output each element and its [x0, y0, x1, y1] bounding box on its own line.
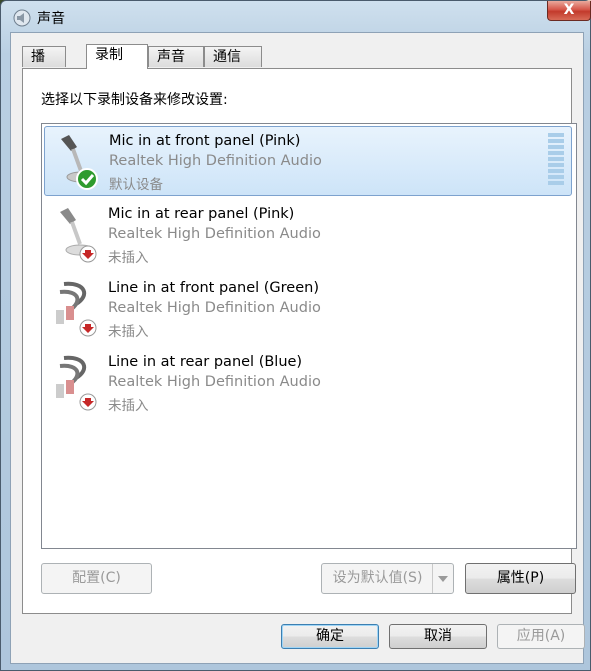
red-down-arrow-badge-icon [79, 245, 97, 263]
device-name: Mic in at rear panel (Pink) [108, 206, 295, 222]
device-driver: Realtek High Definition Audio [108, 374, 321, 390]
chevron-down-icon[interactable] [432, 564, 453, 593]
device-driver: Realtek High Definition Audio [108, 226, 321, 242]
device-list[interactable]: Mic in at front panel (Pink) Realtek Hig… [41, 123, 577, 549]
sound-dialog: 声音 X 播放 录制 声音 通信 选择以下录制设备来修改设置: [0, 0, 591, 671]
title-bar[interactable]: 声音 X [1, 1, 591, 33]
device-item[interactable]: Mic in at rear panel (Pink) Realtek High… [44, 200, 572, 270]
properties-button[interactable]: 属性(P) [465, 563, 576, 594]
close-button[interactable]: X [547, 1, 591, 21]
window-title: 声音 [37, 11, 65, 27]
device-item[interactable]: Line in at rear panel (Blue) Realtek Hig… [44, 348, 572, 418]
microphone-icon [61, 135, 98, 190]
device-name: Mic in at front panel (Pink) [109, 133, 301, 149]
dialog-client: 播放 录制 声音 通信 选择以下录制设备来修改设置: [10, 32, 585, 664]
tab-communications[interactable]: 通信 [204, 46, 262, 67]
tab-sounds[interactable]: 声音 [148, 46, 204, 67]
device-status: 默认设备 [109, 177, 163, 193]
device-driver: Realtek High Definition Audio [108, 300, 321, 316]
device-status: 未插入 [108, 398, 149, 414]
set-default-button[interactable]: 设为默认值(S) [321, 563, 454, 594]
speaker-icon [13, 9, 31, 27]
audio-cable-icon [56, 281, 97, 337]
device-item[interactable]: Mic in at front panel (Pink) Realtek Hig… [44, 126, 572, 196]
device-name: Line in at rear panel (Blue) [108, 354, 303, 370]
device-status: 未插入 [108, 324, 149, 340]
device-driver: Realtek High Definition Audio [109, 153, 322, 169]
device-item[interactable]: Line in at front panel (Green) Realtek H… [44, 274, 572, 344]
level-meter [548, 133, 564, 187]
microphone-icon [60, 208, 97, 263]
configure-button[interactable]: 配置(C) [41, 563, 152, 594]
apply-button[interactable]: 应用(A) [497, 624, 585, 649]
device-name: Line in at front panel (Green) [108, 280, 320, 296]
tab-playback[interactable]: 播放 [22, 46, 66, 86]
ok-button[interactable]: 确定 [281, 624, 379, 649]
cancel-button[interactable]: 取消 [389, 624, 487, 649]
device-status: 未插入 [108, 250, 149, 266]
set-default-label: 设为默认值(S) [332, 570, 423, 586]
red-down-arrow-badge-icon [79, 393, 97, 411]
instruction-label: 选择以下录制设备来修改设置: [41, 92, 228, 108]
red-down-arrow-badge-icon [79, 319, 97, 337]
tab-panel: 选择以下录制设备来修改设置: Mic in at front panel (Pi… [22, 68, 577, 614]
green-check-badge-icon [76, 168, 98, 190]
audio-cable-icon [56, 355, 97, 411]
tab-recording[interactable]: 录制 [86, 44, 148, 69]
